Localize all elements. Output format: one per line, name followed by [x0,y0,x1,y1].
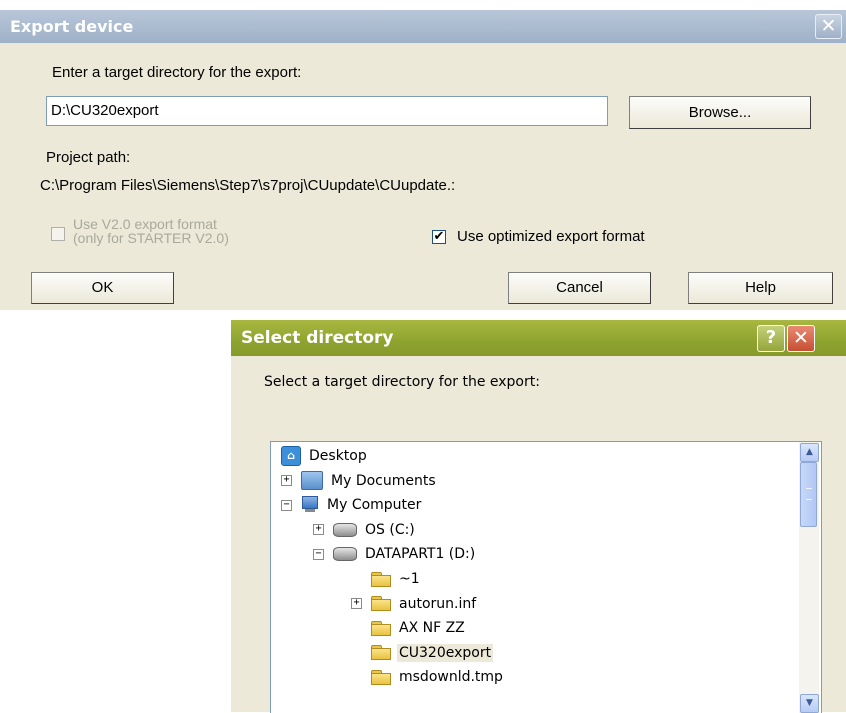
tree-item[interactable]: ⌂ Desktop [281,444,369,468]
tree-item-label: CU320export [397,643,494,662]
tree-item-label: AX NF ZZ [399,620,465,637]
browse-button[interactable]: Browse... [629,96,811,129]
close-icon: ✕ [820,15,837,37]
ok-button[interactable]: OK [31,272,174,304]
my-documents-icon [301,471,323,491]
optimized-export-format-label[interactable]: Use optimized export format [457,228,645,245]
desktop-icon: ⌂ [281,446,301,466]
collapse-icon[interactable]: − [313,548,324,560]
directory-tree[interactable]: ⌂ Desktop + My Documents − My Computer + OS (C:… [270,441,822,713]
my-computer-icon [301,496,319,514]
v20-export-format-label: Use V2.0 export format (only for STARTER… [73,217,229,245]
select-dialog-title: Select directory [241,328,394,348]
tree-item[interactable]: + My Documents [281,469,438,493]
select-dialog-close-button[interactable]: ✕ [787,325,815,352]
tree-scrollbar[interactable]: ▲ ▼ [799,442,819,713]
export-dialog-title: Export device [10,17,134,36]
expand-icon[interactable]: + [351,598,362,610]
tree-item[interactable]: − My Computer [281,493,423,517]
tree-item-label: OS (C:) [365,521,415,538]
tree-item-label: msdownld.tmp [399,669,503,686]
select-dialog-help-button[interactable]: ? [757,325,785,352]
drive-icon [333,522,357,537]
tree-item[interactable]: ~1 [351,567,422,591]
folder-icon [371,645,391,661]
project-path-value: C:\Program Files\Siemens\Step7\s7proj\CU… [40,177,456,194]
tree-item-label: My Documents [331,472,436,489]
tree-item[interactable]: AX NF ZZ [351,616,467,640]
project-path-label: Project path: [46,149,131,166]
folder-icon [371,571,391,587]
optimized-export-format-checkbox[interactable]: ✔ [432,230,446,244]
tree-item[interactable]: + OS (C:) [313,518,417,542]
grip-icon [806,488,812,500]
export-device-dialog: Export device ✕ Enter a target directory… [0,10,846,310]
tree-item-label: DATAPART1 (D:) [365,546,476,563]
v20-export-format-checkbox [51,227,65,241]
tree-item[interactable]: msdownld.tmp [351,665,505,689]
tree-item-label: autorun.inf [399,595,477,612]
close-icon: ✕ [793,327,809,349]
drive-icon [333,547,357,562]
target-directory-input[interactable]: D:\CU320export [46,96,608,126]
question-icon: ? [765,327,777,348]
folder-icon [371,669,391,685]
folder-icon [371,620,391,636]
expand-icon[interactable]: + [281,475,292,487]
v20-label-line2: (only for STARTER V2.0) [73,230,229,246]
collapse-icon[interactable]: − [281,499,292,511]
v20-label-line1: Use V2.0 export format [73,216,217,232]
cancel-button[interactable]: Cancel [508,272,651,304]
export-dialog-close-button[interactable]: ✕ [815,14,842,39]
tree-item[interactable]: + autorun.inf [351,592,478,616]
select-directory-label: Select a target directory for the export… [264,374,540,390]
tree-item-label: ~1 [399,571,420,587]
help-button[interactable]: Help [688,272,833,304]
tree-item-label: My Computer [327,497,422,514]
select-dialog-titlebar[interactable]: Select directory ? ✕ [231,320,846,356]
checkmark-icon: ✔ [433,229,445,244]
tree-item[interactable]: − DATAPART1 (D:) [313,542,477,566]
target-directory-label: Enter a target directory for the export: [52,64,302,81]
export-dialog-titlebar[interactable]: Export device ✕ [0,10,846,43]
tree-item-label: Desktop [309,448,367,464]
expand-icon[interactable]: + [313,524,324,536]
select-directory-dialog: Select directory ? ✕ Select a target dir… [231,320,846,713]
scroll-down-button[interactable]: ▼ [800,694,819,713]
folder-icon [371,596,391,612]
tree-item[interactable]: CU320export [351,641,494,665]
scroll-thumb[interactable] [800,462,817,527]
scroll-up-button[interactable]: ▲ [800,443,819,462]
